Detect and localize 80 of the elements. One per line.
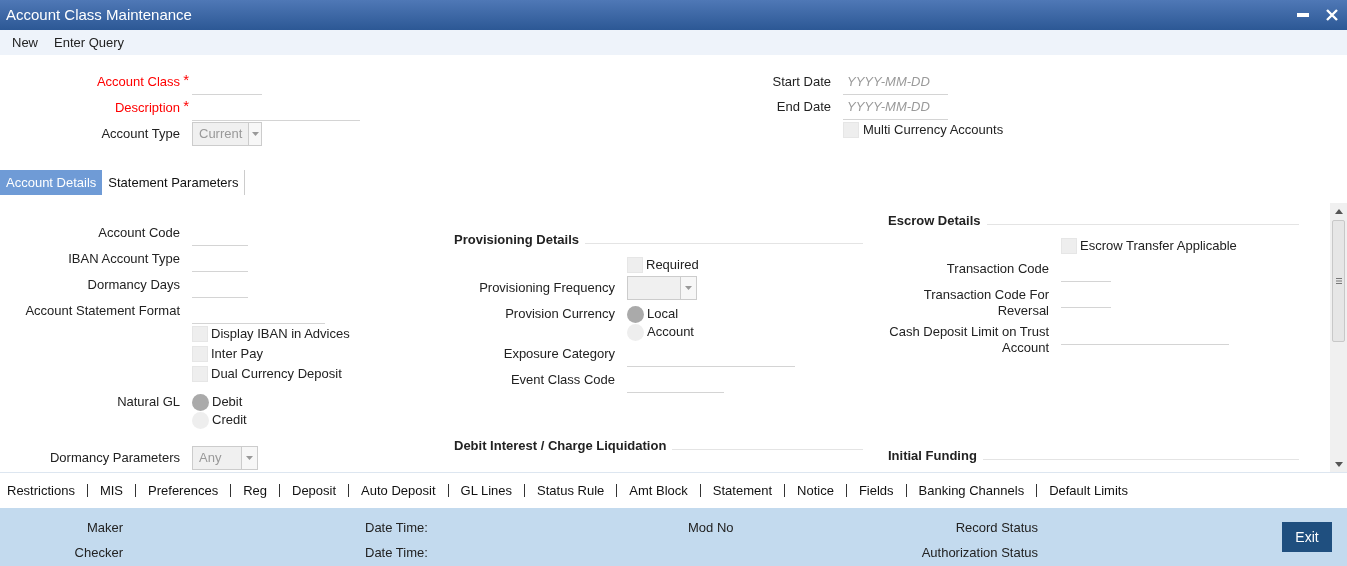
radio-label: Credit	[212, 411, 247, 430]
required-mark: *	[183, 70, 189, 91]
input-field[interactable]: YYYY-MM-DD	[843, 68, 948, 95]
field-label: End Date	[776, 97, 831, 116]
checkbox[interactable]	[843, 122, 859, 138]
caret-icon	[246, 456, 253, 460]
field-label: Provisioning Frequency	[479, 279, 615, 298]
checkbox-label: Multi Currency Accounts	[863, 121, 1004, 140]
checkbox[interactable]	[1061, 238, 1077, 254]
field-label: Dormancy Days	[87, 277, 180, 293]
field-label: Dormancy Parameters	[49, 449, 180, 468]
subscreen-link[interactable]: GL Lines	[460, 480, 513, 501]
field-label: Start Date	[772, 72, 831, 91]
caret-icon	[685, 286, 692, 290]
checkbox[interactable]	[627, 257, 643, 273]
field-label: Cash Deposit Limit on Trust Account	[888, 324, 1049, 356]
footer-label: Checker	[74, 545, 123, 561]
dropdown[interactable]	[627, 276, 697, 300]
field-label: Exposure Category	[503, 346, 615, 362]
subscreen-link[interactable]: Amt Block	[629, 480, 688, 501]
checkbox-label: Required	[646, 256, 699, 275]
radio-label: Account	[647, 323, 694, 342]
subscreen-link[interactable]: Fields	[858, 480, 894, 501]
menu-item[interactable]: New	[6, 30, 44, 55]
minimize-icon[interactable]	[1297, 13, 1309, 17]
subscreen-link[interactable]: MIS	[99, 480, 124, 501]
field-label: Account Code	[98, 225, 180, 241]
radio-button[interactable]	[192, 393, 209, 411]
subscreen-link[interactable]: Preferences	[148, 480, 219, 501]
field-label: IBAN Account Type	[68, 251, 180, 267]
scroll-down-icon[interactable]	[1334, 462, 1343, 467]
checkbox[interactable]	[192, 326, 208, 342]
subscreen-link[interactable]: Deposit	[292, 480, 337, 501]
scrollbar[interactable]	[1330, 203, 1347, 472]
field-label: Natural GL	[117, 393, 180, 411]
section-heading: Escrow Details	[888, 212, 981, 231]
checkbox-label: Escrow Transfer Applicable	[1080, 237, 1237, 256]
exit-button[interactable]: Exit	[1282, 522, 1332, 552]
section-heading: Debit Interest / Charge Liquidation	[454, 437, 667, 456]
subscreen-link[interactable]: Default Limits	[1049, 480, 1128, 501]
footer-label: Date Time:	[365, 545, 428, 561]
field-label: Transaction Code	[946, 261, 1049, 277]
field-label: Account Statement Format	[25, 303, 180, 319]
menu-item[interactable]: Enter Query	[48, 30, 131, 55]
caret-icon	[251, 132, 259, 136]
subscreen-link[interactable]: Banking Channels	[918, 480, 1025, 501]
subscreen-link[interactable]: Status Rule	[537, 480, 605, 501]
footer-label: Date Time:	[365, 520, 428, 536]
checkbox[interactable]	[192, 366, 208, 382]
field-label: Event Class Code	[510, 372, 615, 388]
grip-icon	[1335, 278, 1342, 284]
section-heading: Initial Funding	[888, 447, 977, 466]
subscreen-link[interactable]: Restrictions	[7, 480, 75, 501]
footer-label: Mod No	[688, 520, 734, 536]
input-field[interactable]: YYYY-MM-DD	[843, 93, 948, 120]
close-icon[interactable]	[1326, 9, 1338, 21]
checkbox-label: Inter Pay	[211, 345, 264, 364]
scroll-up-icon[interactable]	[1334, 209, 1343, 214]
field-label: Transaction Code For Reversal	[922, 287, 1049, 319]
required-mark: *	[183, 96, 189, 117]
field-label: Account Type	[101, 125, 180, 144]
subscreen-link[interactable]: Auto Deposit	[361, 480, 436, 501]
radio-button[interactable]	[627, 305, 644, 323]
footer-label: Record Status	[955, 520, 1038, 536]
checkbox-label: Display IBAN in Advices	[211, 325, 350, 344]
subscreen-link[interactable]: Notice	[797, 480, 834, 501]
radio-label: Debit	[212, 393, 243, 412]
field-label: Provision Currency	[505, 305, 615, 323]
section-heading: Provisioning Details	[454, 231, 579, 250]
footer-label: Authorization Status	[921, 545, 1038, 561]
checkbox[interactable]	[192, 346, 208, 362]
footer-label: Maker	[86, 520, 123, 536]
radio-label: Local	[647, 305, 679, 324]
subscreen-link[interactable]: Statement	[712, 480, 773, 501]
radio-button[interactable]	[192, 411, 209, 429]
checkbox-label: Dual Currency Deposit	[211, 365, 342, 384]
scrollbar-thumb[interactable]	[1332, 220, 1345, 342]
window-title: Account Class Maintenance	[6, 4, 192, 25]
radio-button[interactable]	[627, 323, 644, 341]
subscreen-link[interactable]: Reg	[243, 480, 267, 501]
